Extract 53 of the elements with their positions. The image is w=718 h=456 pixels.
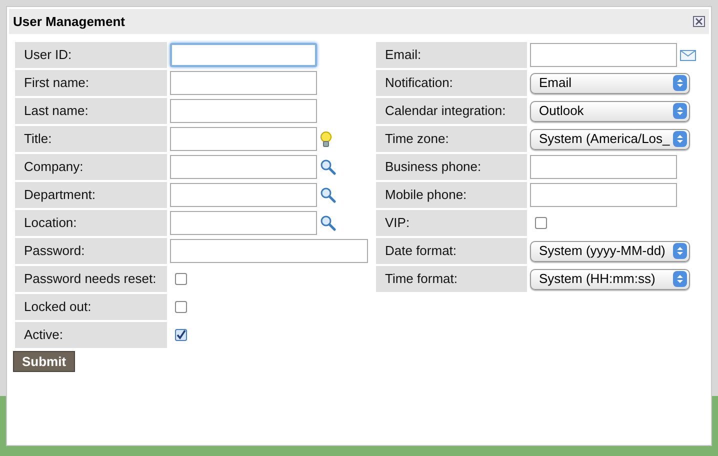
stepper-icon[interactable] — [673, 271, 687, 287]
text-field[interactable] — [170, 127, 317, 151]
field-label: Locked out: — [15, 294, 167, 320]
text-field[interactable] — [170, 239, 368, 263]
search-icon[interactable] — [320, 159, 336, 175]
envelope-icon[interactable] — [680, 50, 696, 60]
checkbox[interactable] — [535, 217, 547, 229]
field-label: First name: — [15, 70, 167, 96]
field-label: Mobile phone: — [376, 182, 527, 208]
text-field[interactable] — [170, 183, 317, 207]
stepper-icon[interactable] — [673, 75, 687, 91]
field-label: Last name: — [15, 98, 167, 124]
dropdown[interactable]: Email — [530, 72, 690, 94]
dropdown[interactable]: Outlook — [530, 100, 690, 122]
dropdown[interactable]: System (America/Los_ — [530, 128, 690, 150]
stepper-icon[interactable] — [673, 243, 687, 259]
checkbox[interactable] — [175, 273, 187, 285]
checkbox[interactable] — [175, 301, 187, 313]
field-label: Business phone: — [376, 154, 527, 180]
dropdown[interactable]: System (HH:mm:ss) — [530, 268, 690, 290]
text-field[interactable] — [170, 43, 317, 67]
field-label: Password: — [15, 238, 167, 264]
close-icon[interactable] — [693, 16, 705, 27]
field-label: Time format: — [376, 266, 527, 292]
lightbulb-icon[interactable] — [320, 130, 332, 148]
text-field[interactable] — [530, 43, 677, 67]
text-field[interactable] — [530, 155, 677, 179]
text-field[interactable] — [170, 155, 317, 179]
text-field[interactable] — [170, 211, 317, 235]
field-label: Location: — [15, 210, 167, 236]
field-label: Company: — [15, 154, 167, 180]
field-label: Department: — [15, 182, 167, 208]
field-label: Active: — [15, 322, 167, 348]
text-field[interactable] — [170, 71, 317, 95]
search-icon[interactable] — [320, 187, 336, 203]
stepper-icon[interactable] — [673, 131, 687, 147]
search-icon[interactable] — [320, 215, 336, 231]
field-label: Title: — [15, 126, 167, 152]
window-title: User Management — [13, 12, 125, 31]
field-label: Date format: — [376, 238, 527, 264]
field-label: Time zone: — [376, 126, 527, 152]
field-label: Notification: — [376, 70, 527, 96]
field-label: Calendar integration: — [376, 98, 527, 124]
field-label: Email: — [376, 42, 527, 68]
field-label: User ID: — [15, 42, 167, 68]
stepper-icon[interactable] — [673, 103, 687, 119]
text-field[interactable] — [170, 99, 317, 123]
field-label: VIP: — [376, 210, 527, 236]
field-label: Password needs reset: — [15, 266, 167, 292]
checkbox[interactable] — [175, 329, 187, 341]
text-field[interactable] — [530, 183, 677, 207]
submit-button[interactable]: Submit — [13, 351, 76, 372]
dropdown[interactable]: System (yyyy-MM-dd) — [530, 240, 690, 262]
